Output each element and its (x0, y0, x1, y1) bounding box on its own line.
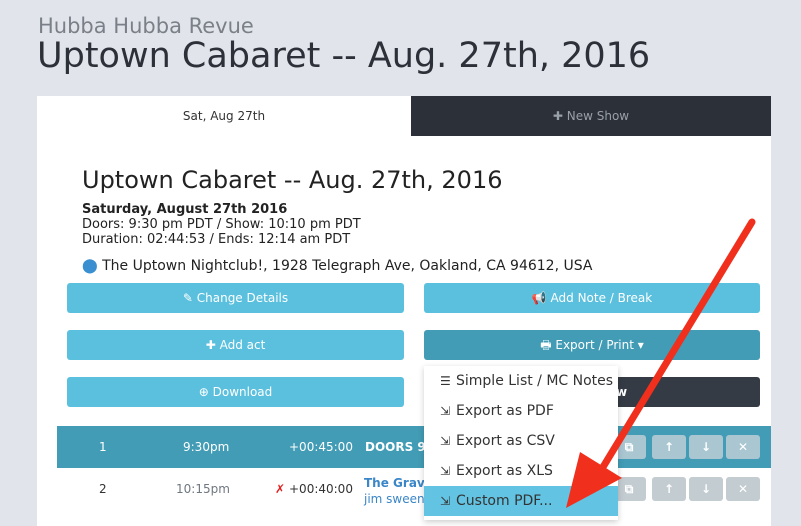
annotation-arrow (566, 218, 756, 508)
